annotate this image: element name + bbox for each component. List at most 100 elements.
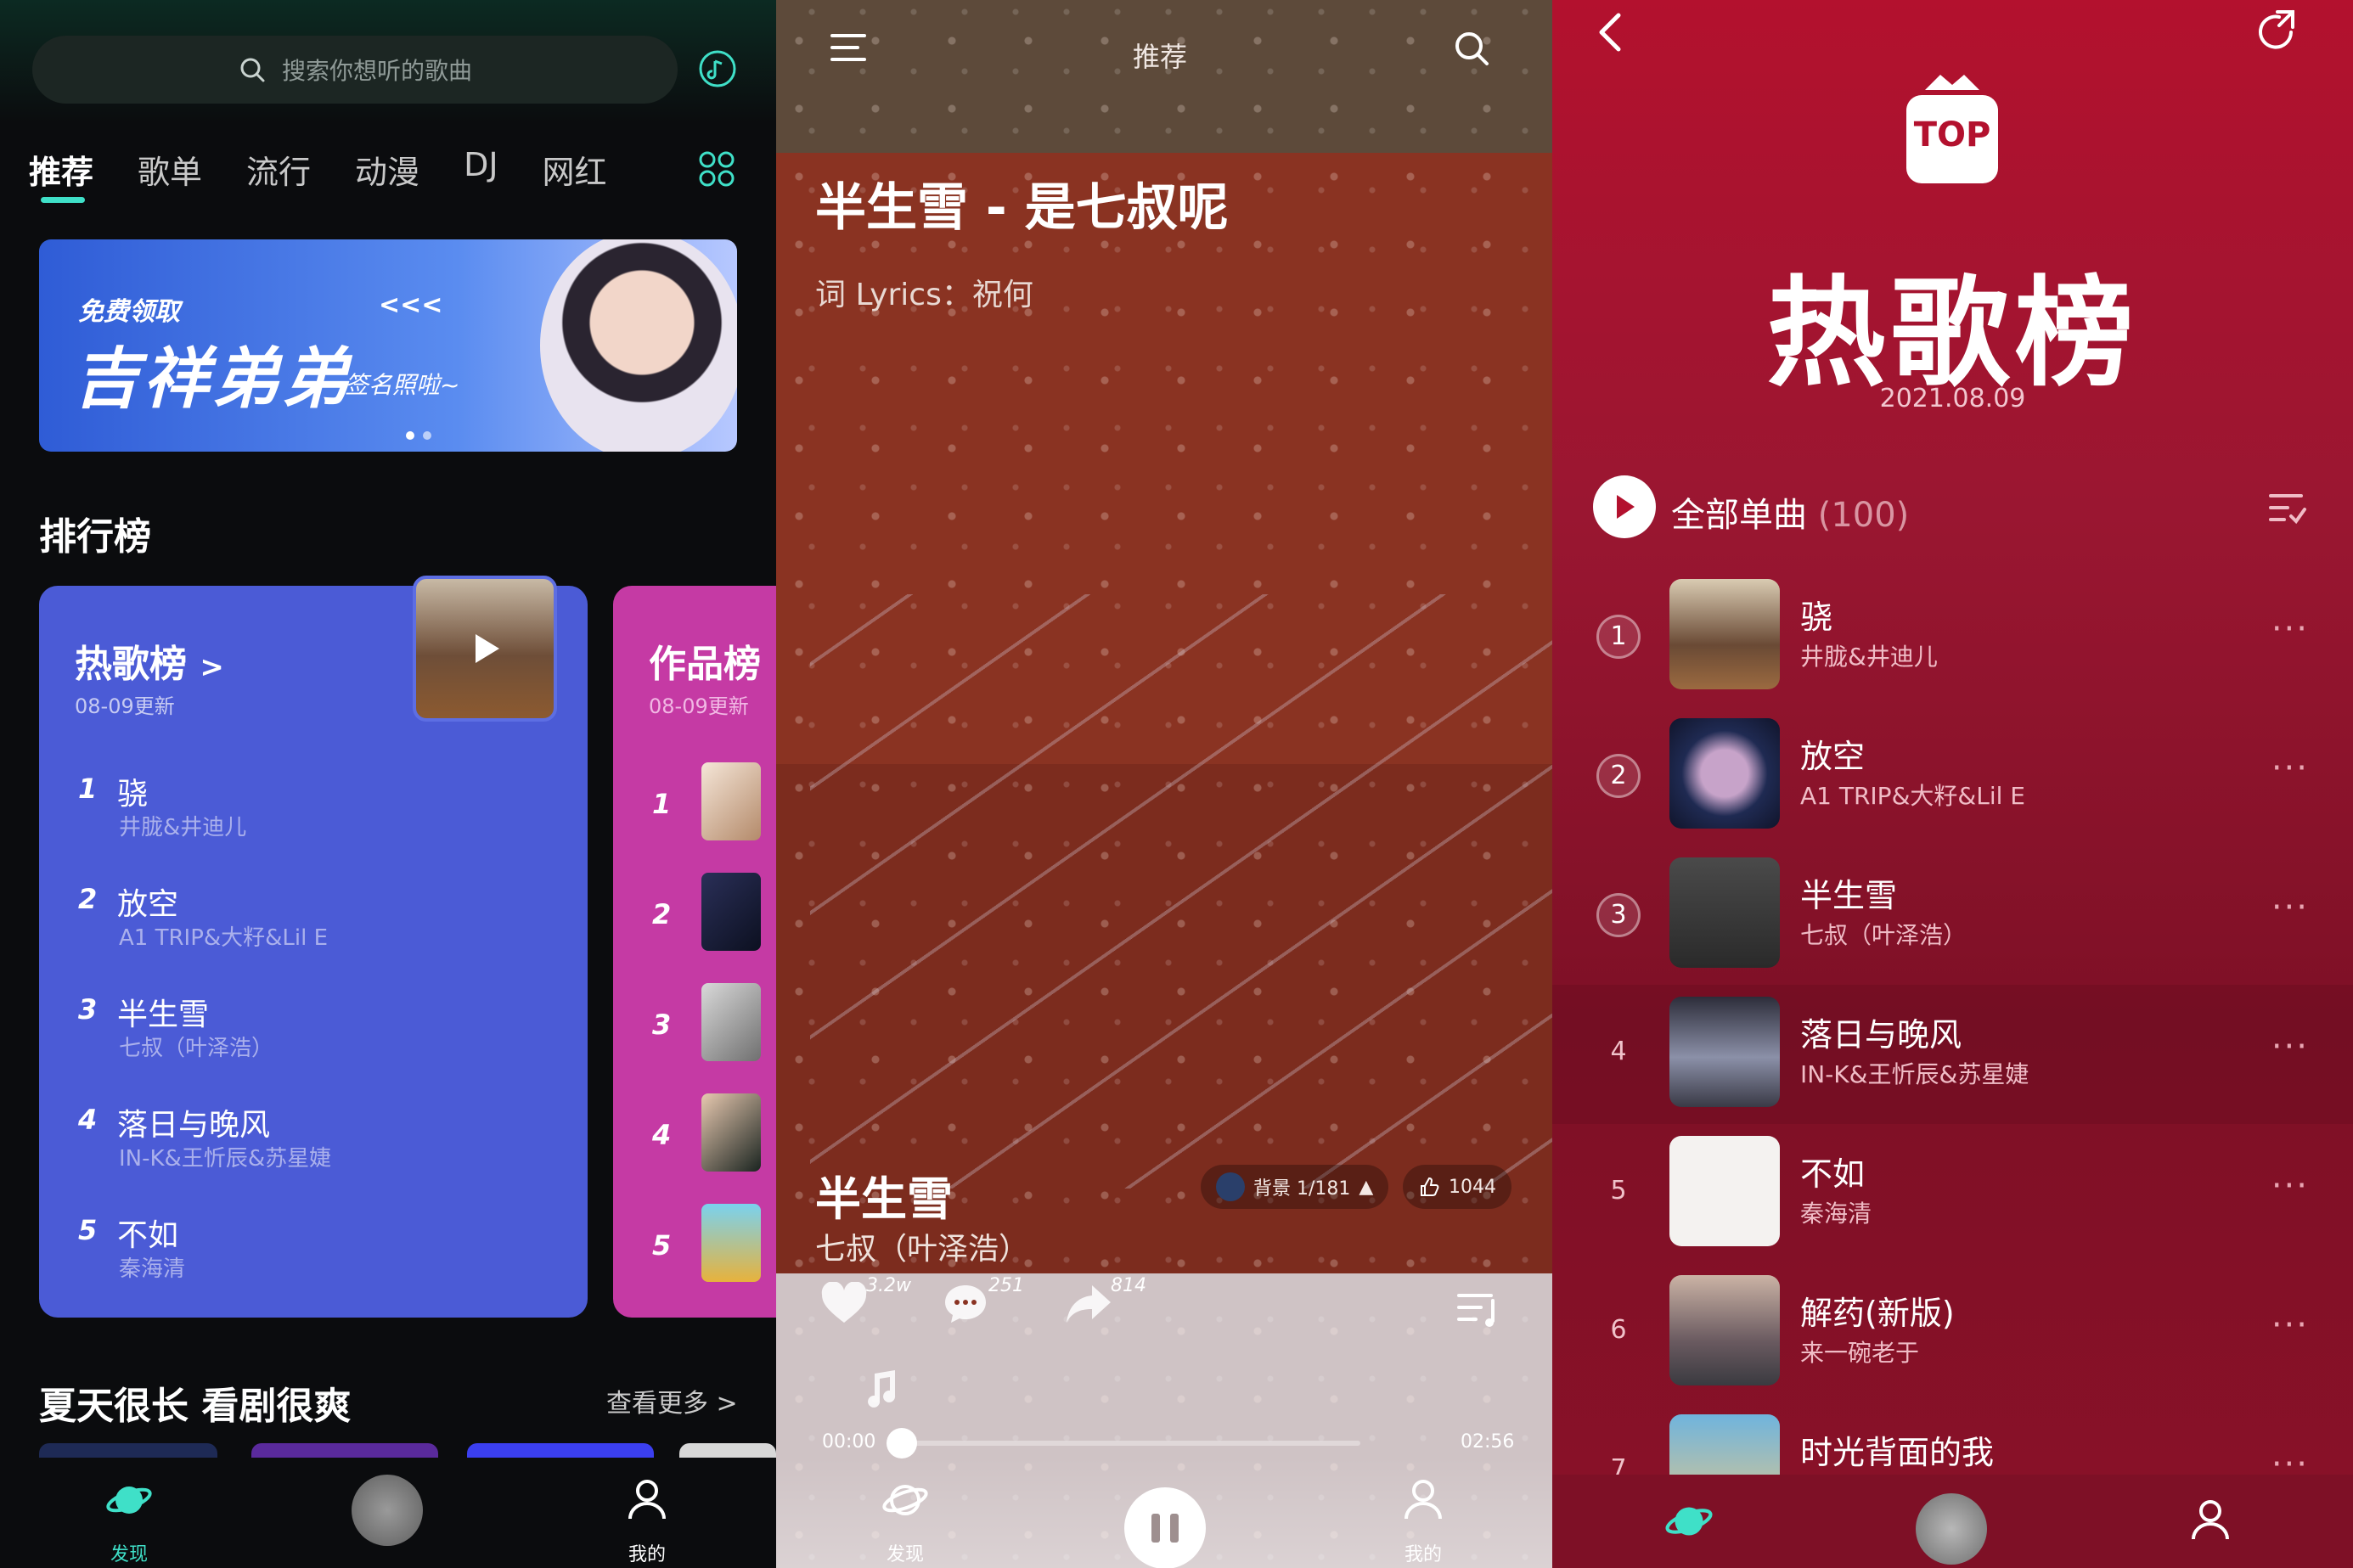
works-chart-card[interactable]: 作品榜 08-09更新 1 2 3 4 5 (613, 586, 776, 1318)
tab-recommend[interactable]: 推荐 (29, 146, 93, 193)
tab-influencer[interactable]: 网红 (543, 146, 607, 193)
progress-track[interactable] (902, 1441, 1360, 1446)
song-rank: 4 (652, 1119, 672, 1151)
planet-icon (106, 1487, 152, 1514)
time-current: 00:00 (822, 1431, 876, 1453)
pager-dot (423, 431, 431, 440)
more-options-icon[interactable]: ··· (2271, 1306, 2309, 1345)
time-total: 02:56 (1461, 1431, 1515, 1453)
discover-screen: 搜索你想听的歌曲 推荐 歌单 流行 动漫 DJ 网红 免费领取 <<< 吉祥弟弟… (0, 0, 776, 1568)
banner-headline: 吉祥弟弟 (73, 341, 352, 418)
pager-dot (406, 431, 414, 440)
table-row[interactable]: 5 不如 秦海清 ··· (1552, 1124, 2353, 1263)
table-row[interactable]: 4 落日与晚风 IN-K&王忻辰&苏星婕 ··· (1552, 985, 2353, 1124)
all-songs-label[interactable]: 全部单曲 (100) (1671, 487, 1909, 537)
active-tab-indicator (41, 197, 85, 203)
play-all-button[interactable] (1593, 475, 1656, 538)
background-switch-pill[interactable]: 背景 1/181 ▲ (1201, 1165, 1389, 1209)
music-note-icon[interactable] (861, 1367, 912, 1414)
tab-playlist[interactable]: 歌单 (138, 146, 202, 193)
tab-dj[interactable]: DJ (464, 146, 498, 193)
card-cover[interactable] (413, 576, 557, 722)
nav-mine[interactable]: 我的 (1372, 1458, 1474, 1565)
comment-count: 251 (988, 1275, 1024, 1296)
comment-button[interactable]: 251 (943, 1275, 1024, 1329)
song-artist: IN-K&王忻辰&苏星婕 (1800, 1060, 2029, 1088)
song-rank: 1 (78, 773, 98, 805)
now-playing-disc[interactable] (352, 1475, 423, 1546)
tab-pop[interactable]: 流行 (246, 146, 311, 193)
more-options-icon[interactable]: ··· (2271, 610, 2309, 649)
video-title: 半生雪 - 是七叔呢 (815, 178, 1229, 238)
song-title: 不如 (117, 1218, 179, 1253)
song-cover (1669, 1275, 1780, 1385)
playlist-icon[interactable] (1455, 1290, 1501, 1329)
like-count: 3.2w (866, 1275, 911, 1296)
share-button[interactable]: 814 (1065, 1275, 1146, 1329)
song-rank: 5 (78, 1214, 98, 1246)
more-options-icon[interactable]: ··· (2271, 888, 2309, 927)
table-row[interactable]: 2 放空 A1 TRIP&大籽&Lil E ··· (1552, 706, 2353, 846)
more-options-icon[interactable]: ··· (2271, 1166, 2309, 1206)
song-title: 骁 (117, 777, 149, 812)
nav-discover[interactable]: 发现 (78, 1458, 180, 1565)
hot-songs-card[interactable]: 热歌榜 > 08-09更新 1 骁 井胧&井迪儿 2 放空 A1 TRIP&大籽… (39, 576, 588, 1318)
song-title: 落日与晚风 (117, 1108, 271, 1143)
song-cover (701, 762, 761, 840)
share-count: 814 (1111, 1275, 1146, 1296)
search-icon[interactable] (1452, 29, 1491, 68)
search-bar[interactable]: 搜索你想听的歌曲 (32, 36, 678, 104)
song-artist[interactable]: 七叔（叶泽浩） (815, 1224, 1029, 1268)
thumbs-up-icon (1421, 1177, 1439, 1196)
nav-discover[interactable]: 发现 (854, 1458, 956, 1565)
nav-mine[interactable]: 我的 (596, 1458, 698, 1565)
more-options-icon[interactable]: ··· (2271, 749, 2309, 788)
chevron-right-icon: > (200, 650, 224, 684)
song-artist: 秦海清 (119, 1256, 186, 1282)
bottom-nav (1552, 1475, 2353, 1568)
thumbs-up-pill[interactable]: 1044 (1403, 1165, 1511, 1209)
promo-banner[interactable]: 免费领取 <<< 吉祥弟弟 签名照啦~ (39, 239, 737, 452)
song-rank: 2 (78, 883, 98, 915)
share-icon[interactable] (2254, 7, 2301, 54)
table-row[interactable]: 3 半生雪 七叔（叶泽浩） ··· (1552, 846, 2353, 985)
song-cover (1669, 1136, 1780, 1246)
now-playing-disc[interactable] (1916, 1493, 1987, 1565)
branch-overlay (810, 594, 1552, 1189)
tab-anime[interactable]: 动漫 (355, 146, 419, 193)
see-more-link[interactable]: 查看更多 > (606, 1382, 738, 1419)
card-updated: 08-09更新 (649, 694, 749, 718)
song-artist: A1 TRIP&大籽&Lil E (119, 925, 329, 951)
song-rank: 2 (652, 898, 672, 930)
banner-pager (406, 431, 431, 440)
bg-avatar (1216, 1172, 1245, 1201)
grid-menu-icon[interactable] (696, 149, 737, 189)
multi-select-icon[interactable] (2267, 491, 2308, 526)
song-artist: IN-K&王忻辰&苏星婕 (119, 1146, 332, 1172)
rank-badge: 2 (1596, 754, 1641, 798)
rank-badge: 3 (1596, 893, 1641, 937)
pause-button[interactable] (1124, 1487, 1206, 1568)
music-recognize-icon[interactable] (696, 48, 739, 90)
more-options-icon[interactable]: ··· (2271, 1027, 2309, 1066)
pause-bar (1170, 1514, 1179, 1543)
song-rank: 1 (652, 788, 672, 820)
planet-icon[interactable] (1663, 1495, 1715, 1548)
user-icon[interactable] (2189, 1497, 2232, 1543)
bg-pill-text: 背景 1/181 (1253, 1178, 1351, 1200)
banner-portrait (540, 239, 737, 452)
song-cover (701, 1204, 761, 1282)
song-cover (701, 873, 761, 951)
back-arrow-icon[interactable] (1595, 10, 1625, 54)
menu-icon[interactable] (829, 31, 868, 65)
table-row[interactable]: 1 骁 井胧&井迪儿 ··· (1552, 567, 2353, 706)
song-artist: 井胧&井迪儿 (1800, 643, 1938, 671)
table-row[interactable]: 6 解药(新版) 来一碗老于 ··· (1552, 1263, 2353, 1402)
progress-knob[interactable] (887, 1428, 917, 1458)
like-button[interactable]: 3.2w (820, 1275, 911, 1329)
banner-small-text: 免费领取 (78, 297, 180, 327)
all-songs-text: 全部单曲 (1671, 496, 1807, 535)
category-tabs: 推荐 歌单 流行 动漫 DJ 网红 (29, 146, 607, 193)
header-label[interactable]: 推荐 (1133, 36, 1187, 75)
caret-up-icon: ▲ (1359, 1176, 1374, 1198)
